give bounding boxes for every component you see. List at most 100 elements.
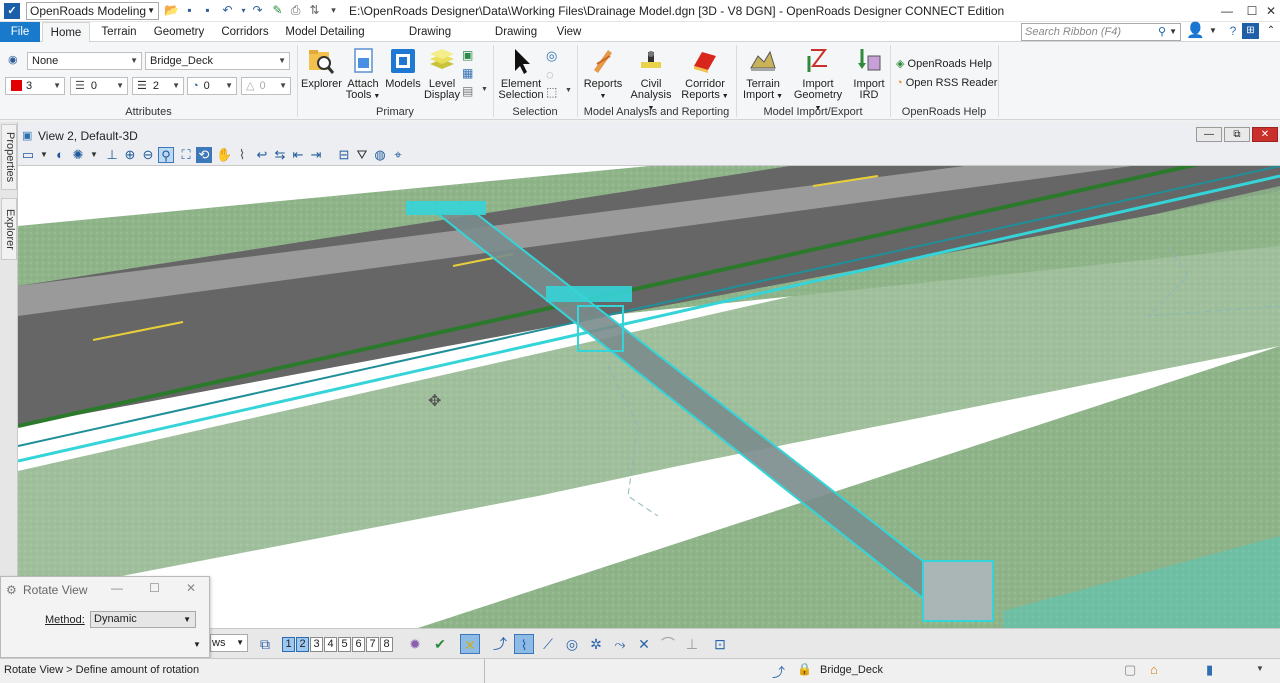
dialog-maximize-icon[interactable]: ☐ xyxy=(149,581,160,595)
nearest-snap-icon[interactable]: ⤴ xyxy=(490,634,510,654)
customize-qat-icon[interactable]: ▾ xyxy=(326,3,341,18)
zoom-out-icon[interactable]: ⊖ xyxy=(140,147,156,163)
tab-geometry[interactable]: Geometry xyxy=(150,22,208,42)
tab-home[interactable]: Home xyxy=(42,22,90,42)
clip-volume-icon[interactable]: ⊟ xyxy=(336,147,352,163)
tab-corridors[interactable]: Corridors xyxy=(217,22,273,42)
open-rss-button[interactable]: ◔ Open RSS Reader xyxy=(896,77,997,89)
civil-analysis-button[interactable]: Civil Analysis ▼ xyxy=(627,46,675,114)
chevron-down-icon[interactable]: ▼ xyxy=(86,147,102,163)
view-toggle-8[interactable]: 8 xyxy=(380,637,393,652)
restore-icon[interactable]: ☐ xyxy=(1243,2,1261,20)
chevron-down-icon[interactable]: ▼ xyxy=(36,147,52,163)
tab-drawing[interactable]: Drawing xyxy=(491,22,541,42)
dialog-expand-icon[interactable]: ▼ xyxy=(193,640,201,649)
tab-drawing-production[interactable]: Drawing Production xyxy=(380,22,480,58)
openroads-help-button[interactable]: ◈ OpenRoads Help xyxy=(896,57,992,70)
weight-combo[interactable]: ☰ 2 ▼ xyxy=(132,77,184,95)
view-previous-icon[interactable]: ↩ xyxy=(254,147,270,163)
design-file-icon[interactable]: ▮ xyxy=(1206,662,1213,678)
perpendicular-snap-icon[interactable]: ⊥ xyxy=(682,634,702,654)
display-style-icon[interactable]: ◐ xyxy=(52,147,68,163)
app-logo-icon[interactable]: ✓ xyxy=(4,3,20,19)
select-block-icon[interactable]: ⬚ xyxy=(546,85,557,99)
dialog-minimize-icon[interactable]: — xyxy=(111,581,123,595)
rotate-view-icon[interactable]: ⟲ xyxy=(196,147,212,163)
reports-button[interactable]: Reports ▼ xyxy=(582,46,624,102)
fit-view-icon[interactable]: ⛶ xyxy=(178,147,194,163)
zoom-in-icon[interactable]: ⊕ xyxy=(122,147,138,163)
import-geometry-button[interactable]: Import Geometry ▼ xyxy=(790,46,846,114)
minimize-icon[interactable]: — xyxy=(1218,2,1236,20)
undo-dropdown-icon[interactable]: ▾ xyxy=(236,3,251,18)
snap-toggle-icon[interactable]: ✕ xyxy=(460,634,480,654)
level-display-button[interactable]: Level Display xyxy=(423,46,461,101)
keypoint-snap-icon[interactable]: ⌇ xyxy=(514,634,534,654)
workflow-selector[interactable]: OpenRoads Modeling ▼ xyxy=(26,2,159,20)
tangent-snap-icon[interactable]: ⌒ xyxy=(658,634,678,654)
redo-icon[interactable]: ↷ xyxy=(250,3,265,18)
print-icon[interactable]: ⎙ xyxy=(288,3,303,18)
priority-combo[interactable]: △ 0 ▼ xyxy=(241,77,291,95)
level-combo[interactable]: Bridge_Deck ▼ xyxy=(145,52,290,70)
view-toggle-3[interactable]: 3 xyxy=(310,637,323,652)
view-toggle-7[interactable]: 7 xyxy=(366,637,379,652)
view-next-icon[interactable]: ⇤ xyxy=(290,147,306,163)
color-combo[interactable]: 3 ▼ xyxy=(5,77,65,95)
tab-view[interactable]: View xyxy=(551,22,587,42)
help-icon[interactable]: ? xyxy=(1224,22,1242,40)
view-restore-button[interactable]: ⧉ xyxy=(1224,127,1250,142)
line-style-combo[interactable]: ☰ 0 ▼ xyxy=(70,77,128,95)
ribbon-collapse-icon[interactable]: ⌃ xyxy=(1262,22,1280,40)
tab-terrain[interactable]: Terrain xyxy=(96,22,142,42)
midpoint-snap-icon[interactable]: ⟋ xyxy=(538,634,558,654)
user-dropdown-icon[interactable]: ▼ xyxy=(1204,22,1222,40)
properties-side-tab[interactable]: Properties xyxy=(1,124,17,190)
pin-icon[interactable]: ✎ xyxy=(270,3,285,18)
tab-model-detailing[interactable]: Model Detailing xyxy=(283,22,367,42)
explorer-side-tab[interactable]: Explorer xyxy=(1,198,17,260)
share-icon[interactable]: ⊞ xyxy=(1242,23,1259,39)
window-area-icon[interactable]: ⚲ xyxy=(158,147,174,163)
copy-view-icon[interactable]: ⇆ xyxy=(272,147,288,163)
search-ribbon-input[interactable]: Search Ribbon (F4) ⚲ ▼ xyxy=(1021,23,1181,41)
view-toggle-4[interactable]: 4 xyxy=(324,637,337,652)
view-attributes-icon[interactable]: ▭ xyxy=(20,147,36,163)
filter-icon[interactable]: ⛛ xyxy=(354,147,370,163)
compare-icon[interactable]: ⇅ xyxy=(307,3,322,18)
save-settings-icon[interactable]: ▪ xyxy=(200,3,215,18)
view-toggle-2[interactable]: 2 xyxy=(296,637,309,652)
snap-mode-status-icon[interactable]: ⤴ xyxy=(772,662,785,681)
raster-manager-icon[interactable]: ▤ xyxy=(462,84,478,98)
intersection-snap-icon[interactable]: ✕ xyxy=(634,634,654,654)
chevron-down-icon[interactable]: ▼ xyxy=(565,87,572,94)
center-snap-icon[interactable]: ◎ xyxy=(562,634,582,654)
close-icon[interactable]: ✕ xyxy=(1262,2,1280,20)
models-button[interactable]: Models xyxy=(385,46,421,90)
view-2-canvas[interactable]: ✥ xyxy=(18,166,1280,628)
saved-views-icon[interactable]: ▦ xyxy=(462,66,478,80)
bisector-snap-icon[interactable]: ⤳ xyxy=(610,634,630,654)
walk-icon[interactable]: ⌇ xyxy=(234,147,250,163)
transparency-combo[interactable]: ◔ 0 ▼ xyxy=(187,77,237,95)
status-menu-icon[interactable]: ▼ xyxy=(1256,664,1264,673)
snap-mode-icon[interactable]: ⊡ xyxy=(710,634,730,654)
view-toggle-6[interactable]: 6 xyxy=(352,637,365,652)
open-folder-icon[interactable]: 📂 xyxy=(164,3,179,18)
tab-file[interactable]: File xyxy=(0,22,40,42)
save-icon[interactable]: ▪ xyxy=(182,3,197,18)
view-groups-combo[interactable]: ws ▼ xyxy=(210,634,248,652)
view-toggle-5[interactable]: 5 xyxy=(338,637,351,652)
view-options-icon[interactable]: ⌖ xyxy=(390,147,406,163)
view-close-button[interactable]: ✕ xyxy=(1252,127,1278,142)
active-level-status[interactable]: Bridge_Deck xyxy=(820,664,883,676)
element-attributes-icon[interactable]: ◉ xyxy=(8,53,22,66)
element-selection-button[interactable]: Element Selection xyxy=(497,46,545,101)
method-select[interactable]: Dynamic ▼ xyxy=(90,611,196,628)
home-icon[interactable]: ⌂ xyxy=(1150,662,1158,677)
clip-mask-icon[interactable]: ◍ xyxy=(372,147,388,163)
power-selector-icon[interactable]: ◎ xyxy=(546,48,557,64)
references-icon[interactable]: ▣ xyxy=(462,48,478,62)
import-ird-button[interactable]: Import IRD xyxy=(850,46,888,101)
view-groups-icon[interactable]: ⧉ xyxy=(255,634,275,654)
